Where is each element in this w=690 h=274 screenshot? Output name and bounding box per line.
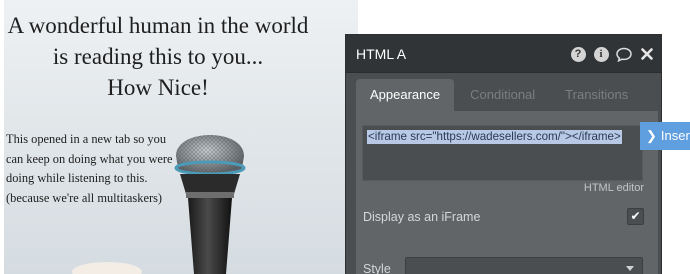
appearance-content: <iframe src="https://wadesellers.com/"><… [356, 111, 658, 274]
style-label: Style [363, 262, 391, 274]
preview-edge [0, 0, 4, 274]
preview-image: A wonderful human in the world is readin… [0, 0, 358, 274]
tab-transitions[interactable]: Transitions [551, 79, 642, 111]
header-icons: ? i [563, 46, 655, 62]
tab-conditional[interactable]: Conditional [456, 79, 549, 111]
chevron-down-icon [626, 266, 634, 271]
comment-icon[interactable] [616, 46, 632, 62]
iframe-checkbox[interactable]: ✔ [627, 208, 644, 225]
microphone-image [174, 135, 246, 274]
panel-title: HTML A [356, 46, 407, 62]
headline-line: is reading this to you... [52, 44, 264, 69]
headline-line: A wonderful human in the world [7, 13, 309, 38]
info-icon[interactable]: i [593, 46, 609, 62]
tab-appearance[interactable]: Appearance [356, 79, 455, 111]
html-editor-link[interactable]: HTML editor [584, 182, 644, 194]
preview-headline: A wonderful human in the world is readin… [6, 10, 310, 103]
headline-line: How Nice! [107, 75, 209, 100]
checkmark-icon: ✔ [630, 209, 641, 223]
insert-button[interactable]: ❯ Inser [640, 122, 690, 150]
chevron-right-icon: ❯ [646, 128, 657, 143]
html-code-input[interactable]: <iframe src="https://wadesellers.com/"><… [362, 125, 643, 181]
html-code-text: <iframe src="https://wadesellers.com/"><… [367, 130, 622, 144]
insert-button-label: Inser [660, 128, 690, 143]
html-element-panel: HTML A ? i Appearance Conditional Transi… [345, 34, 662, 274]
help-icon[interactable]: ? [570, 46, 586, 62]
panel-header: HTML A ? i [346, 35, 661, 73]
style-dropdown[interactable] [405, 257, 643, 274]
panel-tabs: Appearance Conditional Transitions [356, 79, 642, 111]
close-icon[interactable] [639, 46, 655, 62]
iframe-label: Display as an iFrame [363, 210, 481, 224]
preview-decor [72, 262, 142, 274]
